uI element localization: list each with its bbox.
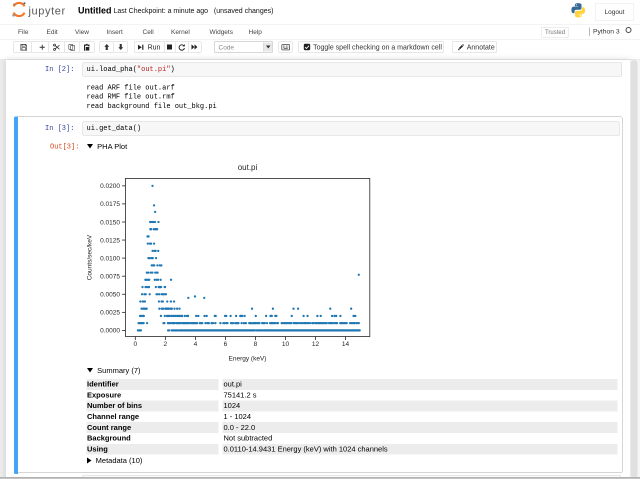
- svg-text:0.0050: 0.0050: [100, 292, 120, 299]
- svg-text:0.0025: 0.0025: [100, 310, 120, 317]
- svg-text:0.0125: 0.0125: [100, 237, 120, 244]
- svg-text:14: 14: [342, 341, 350, 348]
- svg-text:out.pi: out.pi: [238, 163, 258, 172]
- svg-text:0.0175: 0.0175: [100, 201, 120, 208]
- svg-text:0.0075: 0.0075: [100, 273, 120, 280]
- svg-text:12: 12: [312, 341, 320, 348]
- svg-text:6: 6: [224, 341, 228, 348]
- svg-text:Counts/sec/keV: Counts/sec/keV: [87, 234, 94, 280]
- svg-text:8: 8: [254, 341, 258, 348]
- svg-text:2: 2: [164, 341, 168, 348]
- svg-text:0.0000: 0.0000: [100, 328, 120, 335]
- svg-text:4: 4: [194, 341, 198, 348]
- svg-text:0.0200: 0.0200: [100, 183, 120, 190]
- svg-text:10: 10: [282, 341, 290, 348]
- svg-text:Energy (keV): Energy (keV): [229, 356, 267, 363]
- svg-text:0.0100: 0.0100: [100, 255, 120, 262]
- svg-text:0.0150: 0.0150: [100, 219, 120, 226]
- svg-text:0: 0: [133, 341, 137, 348]
